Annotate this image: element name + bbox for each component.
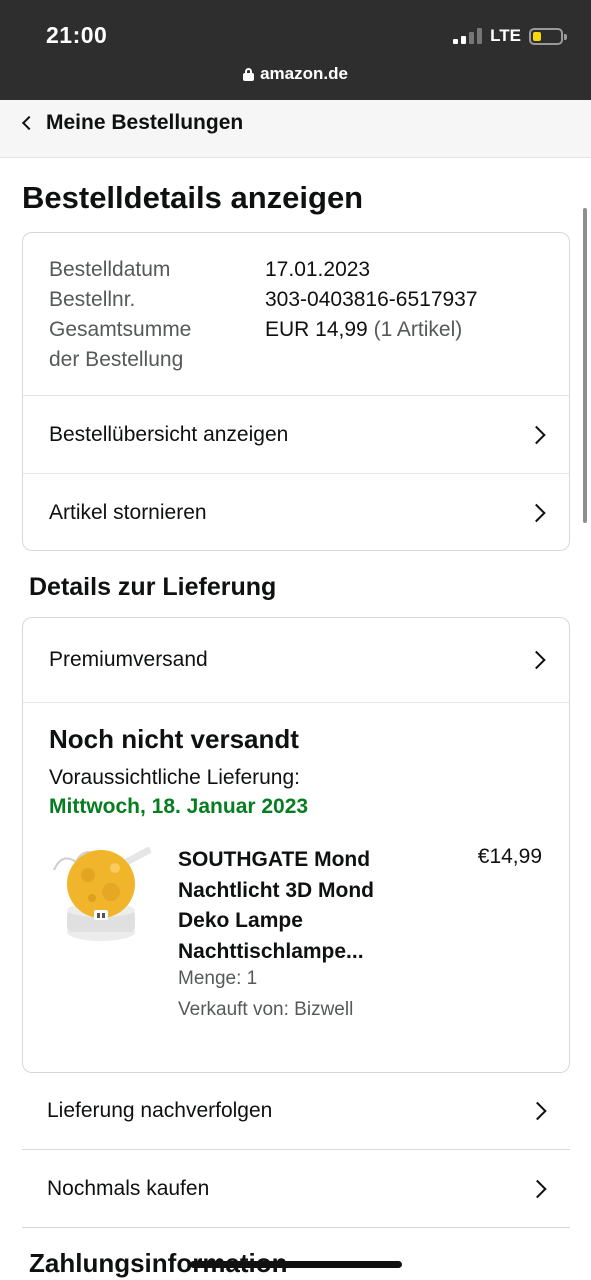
chevron-right-icon xyxy=(527,503,546,522)
buy-again-row[interactable]: Nochmals kaufen xyxy=(22,1150,570,1228)
shipping-method-label: Premiumversand xyxy=(49,648,208,671)
chevron-right-icon xyxy=(528,1179,547,1198)
product-title-link[interactable]: SOUTHGATE Mond Nachtlicht 3D Mond Deko L… xyxy=(178,845,418,967)
lock-icon xyxy=(243,67,255,81)
cancel-items-label: Artikel stornieren xyxy=(49,500,207,524)
order-date-label: Bestelldatum xyxy=(49,258,171,281)
order-total-label: Gesamtsumme der Bestellung xyxy=(49,318,192,371)
order-date-value: 17.01.2023 xyxy=(265,258,371,281)
order-item-count: (1 Artikel) xyxy=(373,318,463,341)
order-info: Bestelldatum 17.01.2023 Bestellnr. 303-0… xyxy=(49,255,478,375)
track-delivery-row[interactable]: Lieferung nachverfolgen xyxy=(22,1072,570,1150)
view-invoice-label: Bestellübersicht anzeigen xyxy=(49,422,289,446)
status-time: 21:00 xyxy=(46,22,108,48)
order-summary-card: Bestelldatum 17.01.2023 Bestellnr. 303-0… xyxy=(22,232,570,551)
back-link[interactable]: Meine Bestellungen xyxy=(18,111,243,135)
battery-icon xyxy=(529,27,567,45)
back-link-label: Meine Bestellungen xyxy=(46,111,244,134)
delivery-section-title: Details zur Lieferung xyxy=(29,573,277,601)
shipping-method-row[interactable]: Premiumversand xyxy=(23,618,569,703)
scrollbar[interactable] xyxy=(583,208,587,523)
track-delivery-label: Lieferung nachverfolgen xyxy=(47,1098,273,1122)
order-number-value: 303-0403816-6517937 xyxy=(265,288,478,311)
product-quantity: Menge: 1 xyxy=(178,968,258,989)
order-number-label: Bestellnr. xyxy=(49,288,136,311)
delivery-card: Premiumversand Noch nicht versandt Vorau… xyxy=(22,617,570,1073)
order-total-value: EUR 14,99 (1 Artikel) xyxy=(265,318,463,341)
page-title: Bestelldetails anzeigen xyxy=(22,180,364,215)
estimated-delivery-date: Mittwoch, 18. Januar 2023 xyxy=(49,795,309,818)
moon-lamp-product-image[interactable] xyxy=(48,840,154,948)
shipment-status: Noch nicht versandt xyxy=(49,724,299,754)
url-text: amazon.de xyxy=(260,64,348,83)
status-bar: 21:00 LTE amazon.de xyxy=(0,0,591,100)
chevron-right-icon xyxy=(528,1101,547,1120)
view-invoice-link[interactable]: Bestellübersicht anzeigen xyxy=(23,395,569,473)
cancel-items-link[interactable]: Artikel stornieren xyxy=(23,473,569,551)
product-price: €14,99 xyxy=(477,845,542,868)
chevron-right-icon xyxy=(527,425,546,444)
chevron-left-icon xyxy=(21,115,37,131)
chevron-right-icon xyxy=(527,650,546,670)
network-type: LTE xyxy=(490,26,521,45)
signal-icon xyxy=(453,28,483,44)
url-bar[interactable]: amazon.de xyxy=(0,64,591,84)
home-indicator[interactable] xyxy=(190,1261,402,1268)
status-indicators: LTE xyxy=(453,26,567,46)
product-seller: Verkauft von: Bizwell xyxy=(178,999,354,1020)
nav-header: Meine Bestellungen xyxy=(0,100,591,158)
estimated-delivery-label: Voraussichtliche Lieferung: xyxy=(49,766,300,789)
buy-again-label: Nochmals kaufen xyxy=(47,1176,210,1200)
